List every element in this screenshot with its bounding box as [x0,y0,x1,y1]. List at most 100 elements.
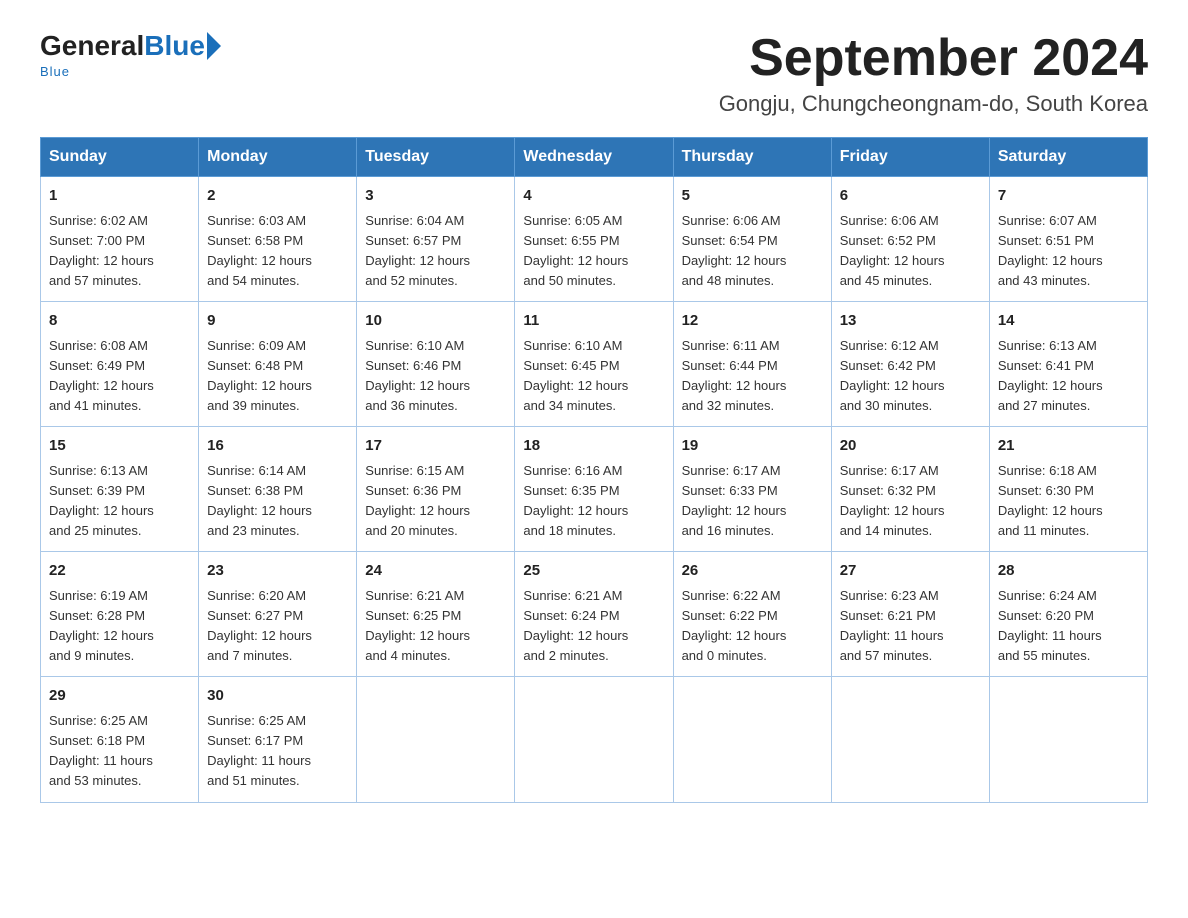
day-number: 15 [49,435,190,458]
calendar-day-cell: 1 Sunrise: 6:02 AMSunset: 7:00 PMDaylight… [41,177,199,302]
calendar-day-cell: 27Sunrise: 6:23 AMSunset: 6:21 PMDayligh… [831,552,989,677]
day-number: 7 [998,185,1139,208]
day-info: Sunrise: 6:04 AMSunset: 6:57 PMDaylight:… [365,211,506,292]
calendar-day-cell: 21Sunrise: 6:18 AMSunset: 6:30 PMDayligh… [989,427,1147,552]
day-info: Sunrise: 6:16 AMSunset: 6:35 PMDaylight:… [523,461,664,542]
calendar-day-cell: 2 Sunrise: 6:03 AMSunset: 6:58 PMDaylight… [199,177,357,302]
logo-blue-text: Blue [144,30,205,62]
calendar-day-cell: 13 Sunrise: 6:12 AMSunset: 6:42 PMDayligh… [831,302,989,427]
day-number: 20 [840,435,981,458]
calendar-day-cell: 23Sunrise: 6:20 AMSunset: 6:27 PMDayligh… [199,552,357,677]
calendar-day-cell: 4Sunrise: 6:05 AMSunset: 6:55 PMDaylight… [515,177,673,302]
calendar-day-cell: 24 Sunrise: 6:21 AMSunset: 6:25 PMDayligh… [357,552,515,677]
day-info: Sunrise: 6:06 AMSunset: 6:52 PMDaylight:… [840,211,981,292]
day-info: Sunrise: 6:03 AMSunset: 6:58 PMDaylight:… [207,211,348,292]
day-of-week-header: Sunday [41,138,199,177]
calendar-week-row: 8Sunrise: 6:08 AMSunset: 6:49 PMDaylight… [41,302,1148,427]
day-info: Sunrise: 6:10 AMSunset: 6:45 PMDaylight:… [523,336,664,417]
calendar-day-cell: 3Sunrise: 6:04 AMSunset: 6:57 PMDaylight… [357,177,515,302]
day-info: Sunrise: 6:14 AMSunset: 6:38 PMDaylight:… [207,461,348,542]
calendar-day-cell: 10 Sunrise: 6:10 AMSunset: 6:46 PMDayligh… [357,302,515,427]
calendar-day-cell: 9 Sunrise: 6:09 AMSunset: 6:48 PMDaylight… [199,302,357,427]
logo-text: General Blue [40,30,221,62]
day-number: 9 [207,310,348,333]
calendar-day-cell [989,677,1147,802]
calendar-day-cell: 12 Sunrise: 6:11 AMSunset: 6:44 PMDayligh… [673,302,831,427]
day-number: 30 [207,685,348,708]
day-number: 24 [365,560,506,583]
day-info: Sunrise: 6:25 AMSunset: 6:18 PMDaylight:… [49,711,190,792]
day-number: 14 [998,310,1139,333]
day-info: Sunrise: 6:21 AMSunset: 6:24 PMDaylight:… [523,586,664,667]
day-info: Sunrise: 6:13 AMSunset: 6:39 PMDaylight:… [49,461,190,542]
day-info: Sunrise: 6:17 AMSunset: 6:32 PMDaylight:… [840,461,981,542]
calendar-day-cell: 18 Sunrise: 6:16 AMSunset: 6:35 PMDayligh… [515,427,673,552]
day-number: 19 [682,435,823,458]
day-info: Sunrise: 6:06 AMSunset: 6:54 PMDaylight:… [682,211,823,292]
logo-blue-part: Blue [144,30,221,62]
calendar-day-cell: 26Sunrise: 6:22 AMSunset: 6:22 PMDayligh… [673,552,831,677]
day-number: 22 [49,560,190,583]
calendar-day-cell: 30 Sunrise: 6:25 AMSunset: 6:17 PMDayligh… [199,677,357,802]
day-number: 12 [682,310,823,333]
day-info: Sunrise: 6:13 AMSunset: 6:41 PMDaylight:… [998,336,1139,417]
calendar-day-cell [673,677,831,802]
header: General Blue Blue September 2024 Gongju,… [40,30,1148,117]
calendar-day-cell: 16Sunrise: 6:14 AMSunset: 6:38 PMDayligh… [199,427,357,552]
day-of-week-header: Monday [199,138,357,177]
day-number: 13 [840,310,981,333]
day-info: Sunrise: 6:02 AMSunset: 7:00 PMDaylight:… [49,211,190,292]
day-info: Sunrise: 6:25 AMSunset: 6:17 PMDaylight:… [207,711,348,792]
day-number: 1 [49,185,190,208]
calendar-body: 1 Sunrise: 6:02 AMSunset: 7:00 PMDaylight… [41,177,1148,802]
page: General Blue Blue September 2024 Gongju,… [0,0,1188,833]
day-info: Sunrise: 6:11 AMSunset: 6:44 PMDaylight:… [682,336,823,417]
logo-general-text: General [40,30,144,62]
day-of-week-header: Wednesday [515,138,673,177]
calendar-header-row: SundayMondayTuesdayWednesdayThursdayFrid… [41,138,1148,177]
day-info: Sunrise: 6:12 AMSunset: 6:42 PMDaylight:… [840,336,981,417]
calendar-day-cell: 8Sunrise: 6:08 AMSunset: 6:49 PMDaylight… [41,302,199,427]
calendar-day-cell: 20 Sunrise: 6:17 AMSunset: 6:32 PMDayligh… [831,427,989,552]
location-subtitle: Gongju, Chungcheongnam-do, South Korea [719,91,1148,117]
day-info: Sunrise: 6:24 AMSunset: 6:20 PMDaylight:… [998,586,1139,667]
day-of-week-header: Saturday [989,138,1147,177]
calendar-day-cell: 6Sunrise: 6:06 AMSunset: 6:52 PMDaylight… [831,177,989,302]
title-block: September 2024 Gongju, Chungcheongnam-do… [719,30,1148,117]
calendar-day-cell: 5 Sunrise: 6:06 AMSunset: 6:54 PMDaylight… [673,177,831,302]
day-info: Sunrise: 6:22 AMSunset: 6:22 PMDaylight:… [682,586,823,667]
day-info: Sunrise: 6:07 AMSunset: 6:51 PMDaylight:… [998,211,1139,292]
day-info: Sunrise: 6:17 AMSunset: 6:33 PMDaylight:… [682,461,823,542]
calendar-day-cell: 17Sunrise: 6:15 AMSunset: 6:36 PMDayligh… [357,427,515,552]
day-of-week-header: Friday [831,138,989,177]
day-number: 17 [365,435,506,458]
day-number: 10 [365,310,506,333]
calendar-week-row: 1 Sunrise: 6:02 AMSunset: 7:00 PMDaylight… [41,177,1148,302]
calendar-week-row: 22Sunrise: 6:19 AMSunset: 6:28 PMDayligh… [41,552,1148,677]
calendar-day-cell: 25 Sunrise: 6:21 AMSunset: 6:24 PMDayligh… [515,552,673,677]
day-number: 8 [49,310,190,333]
calendar-day-cell: 14 Sunrise: 6:13 AMSunset: 6:41 PMDayligh… [989,302,1147,427]
logo-underline: Blue [40,64,70,79]
day-number: 18 [523,435,664,458]
calendar-day-cell: 28Sunrise: 6:24 AMSunset: 6:20 PMDayligh… [989,552,1147,677]
day-info: Sunrise: 6:05 AMSunset: 6:55 PMDaylight:… [523,211,664,292]
calendar-day-cell: 15 Sunrise: 6:13 AMSunset: 6:39 PMDayligh… [41,427,199,552]
logo-triangle-icon [207,32,221,60]
day-of-week-header: Tuesday [357,138,515,177]
day-number: 2 [207,185,348,208]
calendar-day-cell: 19 Sunrise: 6:17 AMSunset: 6:33 PMDayligh… [673,427,831,552]
calendar-day-cell [357,677,515,802]
day-number: 5 [682,185,823,208]
calendar-day-cell: 11 Sunrise: 6:10 AMSunset: 6:45 PMDayligh… [515,302,673,427]
logo: General Blue Blue [40,30,221,79]
day-number: 21 [998,435,1139,458]
day-number: 11 [523,310,664,333]
day-info: Sunrise: 6:21 AMSunset: 6:25 PMDaylight:… [365,586,506,667]
day-info: Sunrise: 6:10 AMSunset: 6:46 PMDaylight:… [365,336,506,417]
day-info: Sunrise: 6:20 AMSunset: 6:27 PMDaylight:… [207,586,348,667]
calendar-week-row: 15 Sunrise: 6:13 AMSunset: 6:39 PMDayligh… [41,427,1148,552]
day-number: 25 [523,560,664,583]
day-of-week-header: Thursday [673,138,831,177]
day-info: Sunrise: 6:09 AMSunset: 6:48 PMDaylight:… [207,336,348,417]
